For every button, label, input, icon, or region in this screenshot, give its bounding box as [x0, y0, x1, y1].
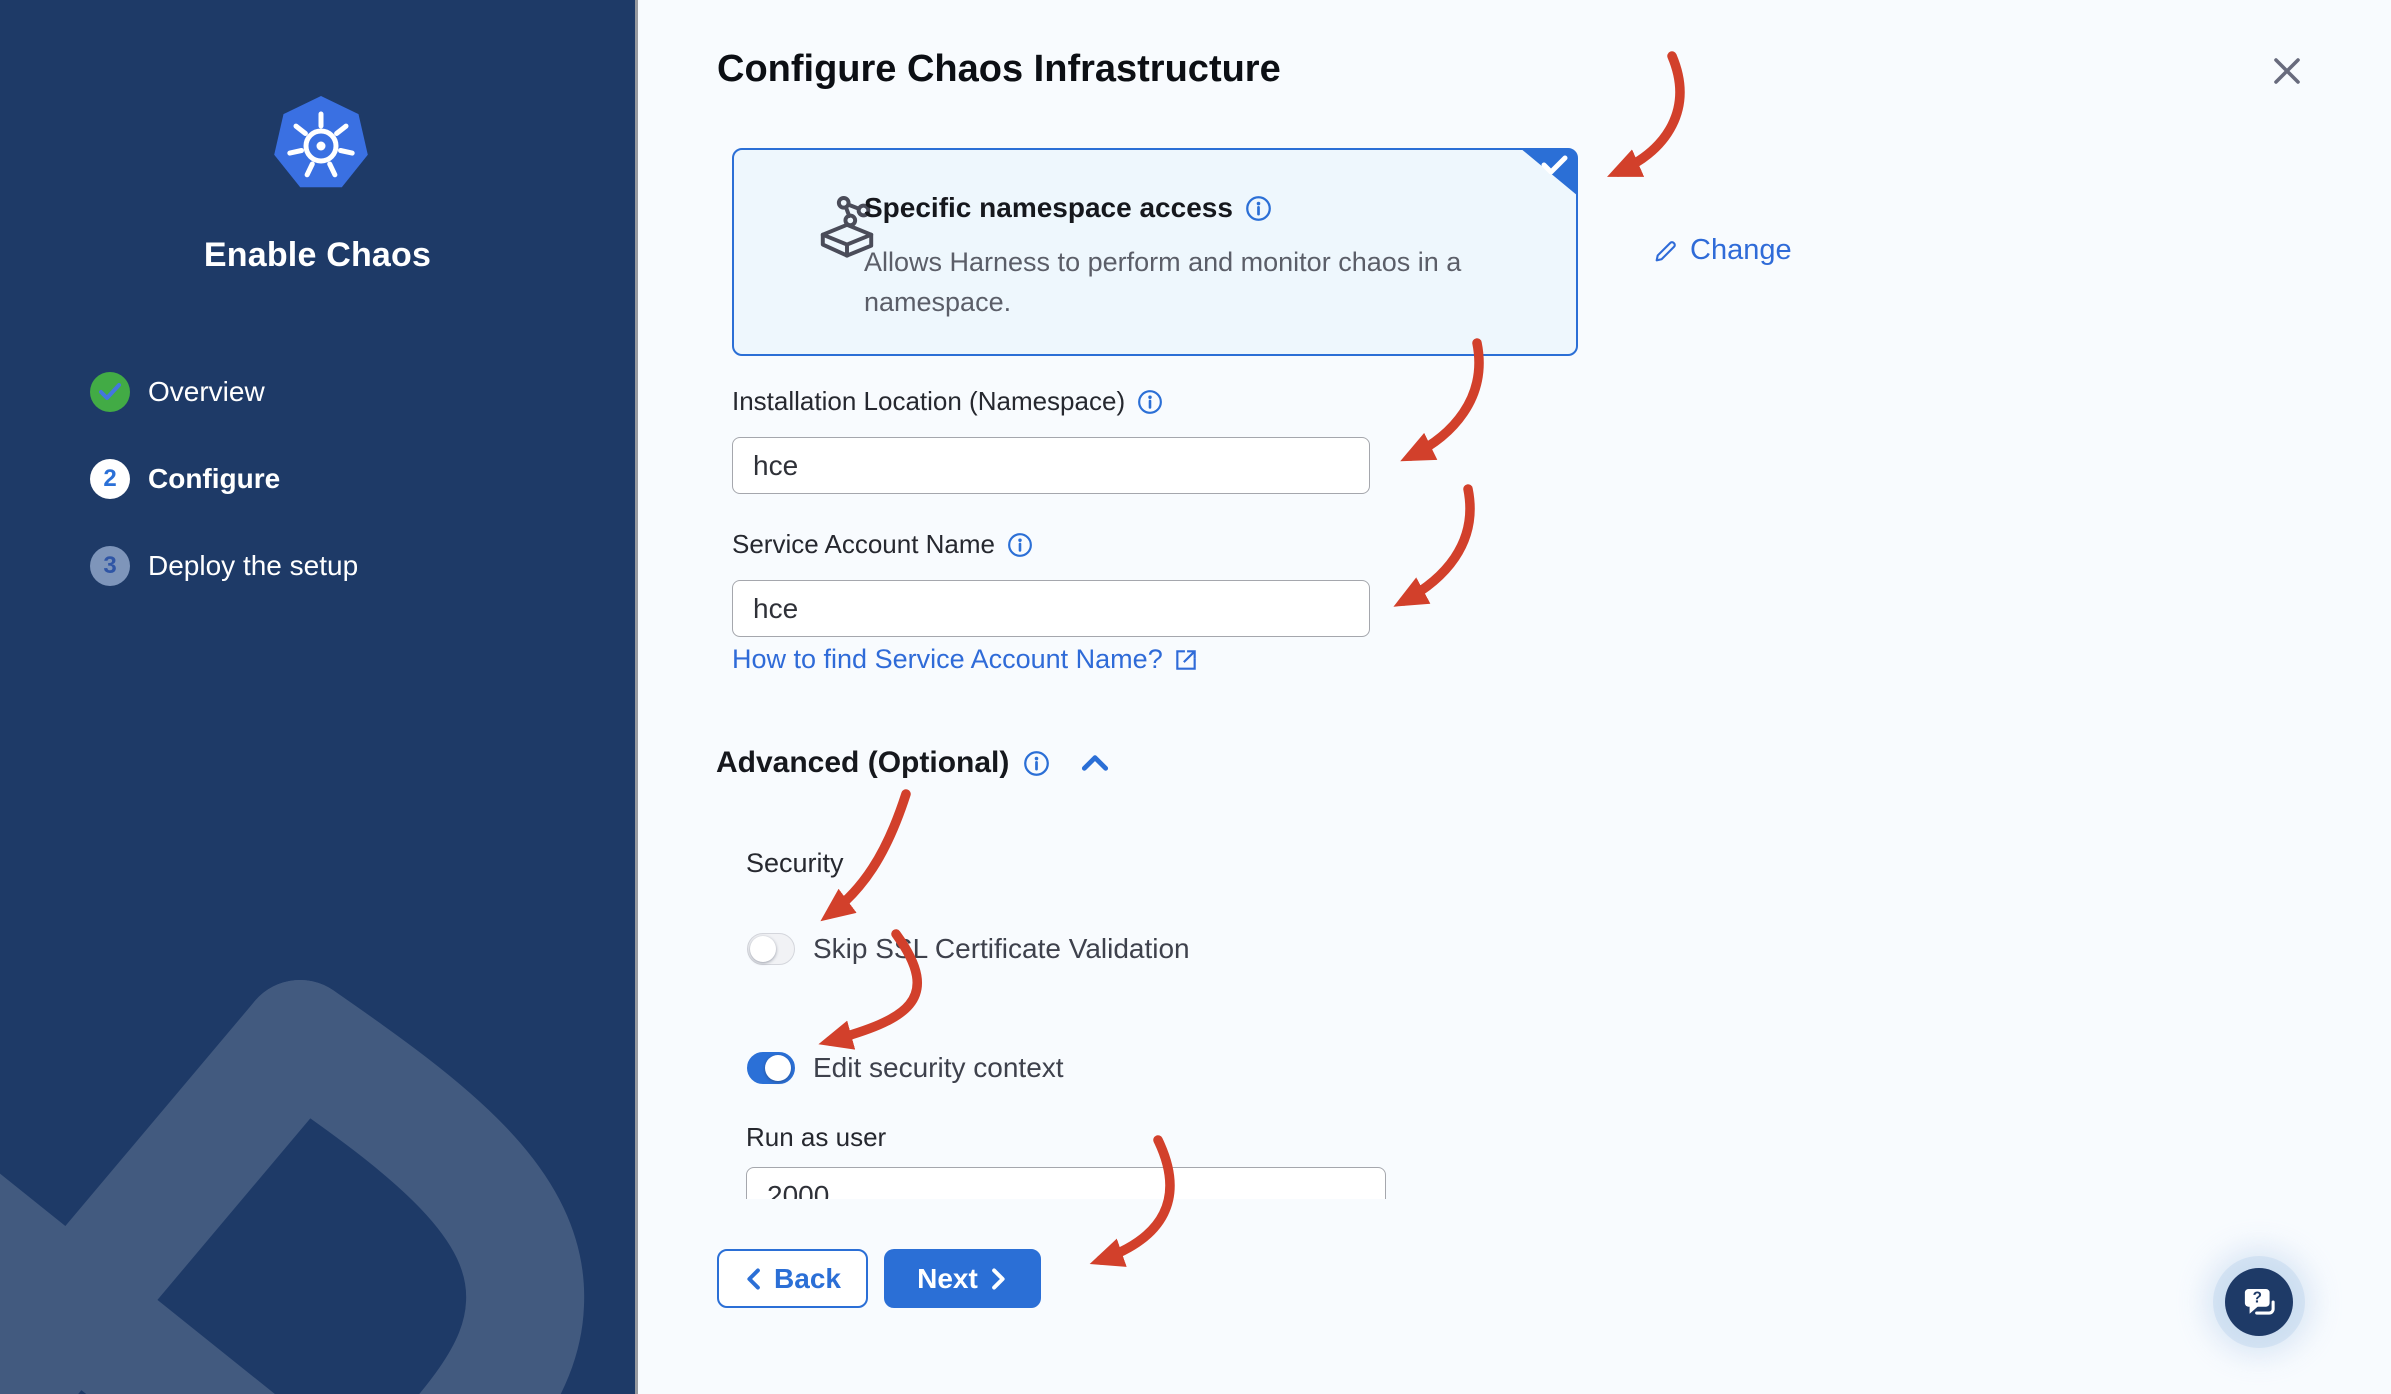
annotation-arrow-service-account [1393, 484, 1475, 607]
wizard-steps: Overview 2 Configure 3 Deploy the setup [90, 372, 358, 633]
namespace-label: Installation Location (Namespace) [732, 386, 1163, 417]
harness-watermark [0, 980, 585, 1394]
chevron-right-icon [991, 1267, 1005, 1290]
panel-divider [635, 0, 638, 1394]
step-number: 3 [90, 546, 130, 586]
edit-security-context-toggle-row[interactable]: Edit security context [747, 1052, 1064, 1084]
kubernetes-icon [274, 96, 368, 188]
toggle-label: Skip SSL Certificate Validation [813, 933, 1190, 964]
selected-check-icon [1520, 148, 1578, 196]
step-done-icon [90, 372, 130, 412]
step-label: Configure [148, 463, 281, 494]
skip-ssl-toggle-row[interactable]: Skip SSL Certificate Validation [747, 933, 1190, 965]
wizard-sidebar: Enable Chaos Overview 2 Configure 3 Depl… [0, 0, 635, 1394]
next-button[interactable]: Next [884, 1249, 1041, 1308]
step-number: 2 [90, 459, 130, 499]
step-overview[interactable]: Overview [90, 372, 358, 412]
change-link[interactable]: Change [1652, 234, 1792, 267]
pencil-icon [1655, 240, 1676, 261]
wizard-title: Enable Chaos [203, 236, 432, 274]
close-icon[interactable] [2264, 48, 2310, 94]
chevron-left-icon [747, 1267, 760, 1290]
infra-scope-card-namespace[interactable]: Specific namespace access Allows Harness… [732, 148, 1578, 356]
namespace-input[interactable] [732, 437, 1370, 494]
annotation-arrow-namespace [1400, 338, 1484, 462]
help-chat-button[interactable]: ? [2225, 1268, 2293, 1336]
advanced-title: Advanced (Optional) [716, 746, 1010, 779]
service-account-label: Service Account Name [732, 529, 1033, 560]
info-icon[interactable] [1007, 532, 1033, 558]
edit-security-context-toggle[interactable] [747, 1052, 795, 1084]
service-account-input[interactable] [732, 580, 1370, 637]
advanced-section-header[interactable]: Advanced (Optional) [716, 746, 1110, 780]
security-group-label: Security [746, 848, 844, 878]
external-link-icon [1175, 649, 1196, 670]
toggle-label: Edit security context [813, 1052, 1064, 1083]
card-title: Specific namespace access [864, 192, 1233, 223]
info-icon[interactable] [1245, 195, 1272, 222]
annotation-arrow-next [1089, 1135, 1175, 1267]
step-label: Deploy the setup [148, 550, 359, 581]
page-title: Configure Chaos Infrastructure [717, 48, 1281, 90]
svg-text:?: ? [2253, 1290, 2262, 1307]
info-icon[interactable] [1137, 389, 1163, 415]
chat-question-icon: ? [2244, 1289, 2275, 1315]
skip-ssl-toggle[interactable] [747, 933, 795, 965]
step-configure[interactable]: 2 Configure [90, 459, 358, 499]
annotation-arrow-card [1607, 51, 1685, 177]
service-account-help-link[interactable]: How to find Service Account Name? [732, 644, 1199, 675]
run-as-user-label: Run as user [746, 1122, 887, 1152]
run-as-user-input[interactable] [746, 1167, 1386, 1199]
back-button[interactable]: Back [717, 1249, 868, 1308]
step-label: Overview [148, 376, 265, 407]
step-deploy[interactable]: 3 Deploy the setup [90, 546, 358, 586]
run-as-user-clip [746, 1167, 1386, 1199]
chevron-up-icon[interactable] [1080, 751, 1110, 775]
change-label: Change [1690, 234, 1792, 266]
info-icon[interactable] [1023, 750, 1050, 777]
card-description: Allows Harness to perform and monitor ch… [864, 247, 1462, 317]
